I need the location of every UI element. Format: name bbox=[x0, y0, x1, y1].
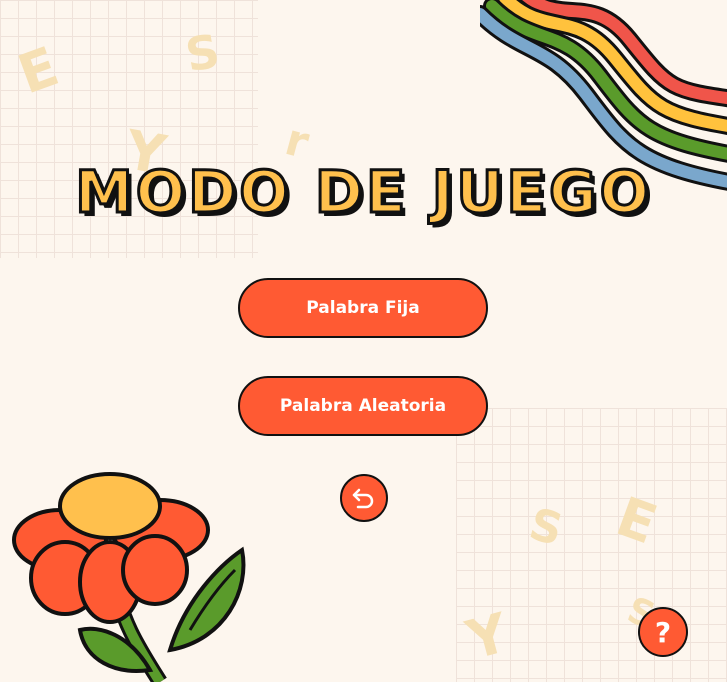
fixed-word-button[interactable]: Palabra Fija bbox=[238, 278, 488, 338]
back-button[interactable] bbox=[340, 474, 388, 522]
random-word-button[interactable]: Palabra Aleatoria bbox=[238, 376, 488, 436]
help-button[interactable]: ? bbox=[638, 607, 688, 657]
page-title: MODO DE JUEGO bbox=[74, 157, 652, 228]
flower-decoration bbox=[12, 472, 246, 682]
undo-arrow-icon bbox=[352, 488, 374, 509]
